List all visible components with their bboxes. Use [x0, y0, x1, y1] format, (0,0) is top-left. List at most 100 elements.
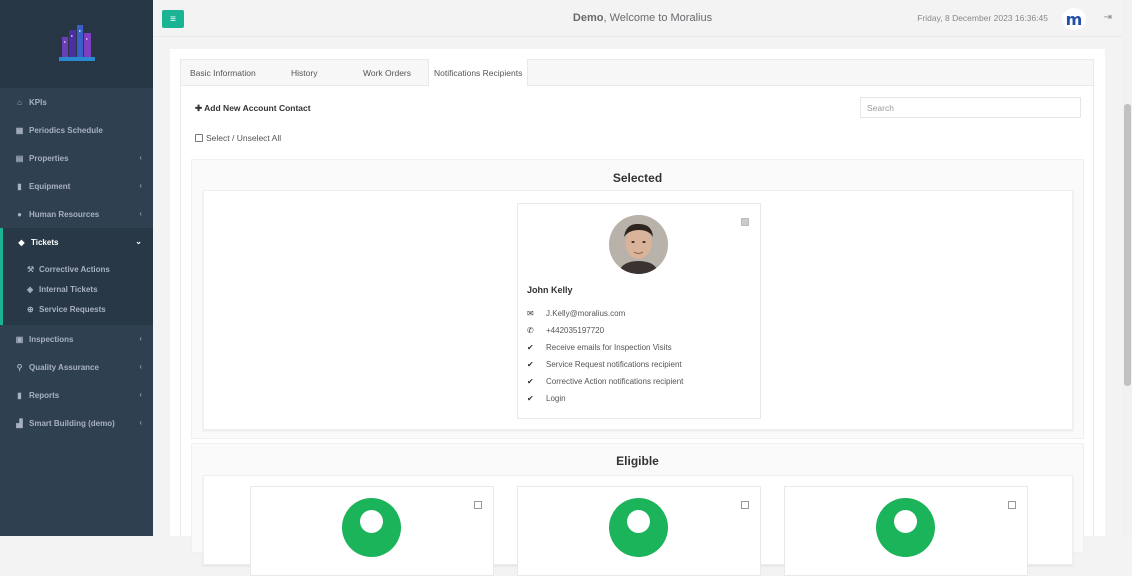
sidebar-item-inspections[interactable]: ▣ Inspections ‹ [0, 325, 153, 353]
avatar-placeholder-icon [876, 498, 935, 557]
chevron-left-icon: ‹ [139, 334, 142, 344]
feature-row: ✔ Service Request notifications recipien… [527, 360, 682, 369]
wrench-icon: ⚒ [27, 265, 35, 275]
selected-container: John Kelly ✉ J.Kelly@moralius.com ✆ +442… [203, 190, 1073, 430]
avatar-placeholder-icon [342, 498, 401, 557]
sidebar-subitem-label: Internal Tickets [39, 285, 98, 295]
users-icon: ● [17, 209, 22, 219]
chevron-left-icon: ‹ [139, 209, 142, 218]
sidebar-item-label: Equipment [29, 181, 71, 191]
person-photo-icon [609, 215, 668, 274]
sidebar-item-label: Smart Building (demo) [29, 418, 115, 428]
checkmark-icon: ✔ [527, 377, 534, 386]
checkbox[interactable] [195, 134, 203, 142]
scrollbar-thumb[interactable] [1124, 104, 1131, 386]
chart-icon: ▟ [16, 418, 23, 428]
sidebar-item-equipment[interactable]: ▮ Equipment ‹ [0, 172, 153, 200]
current-datetime: Friday, 8 December 2023 16:36:45 [917, 13, 1048, 23]
contact-card[interactable]: John Kelly ✉ J.Kelly@moralius.com ✆ +442… [517, 203, 761, 419]
sidebar-item-kpis[interactable]: ⌂ KPIs [0, 88, 153, 116]
sidebar-item-label: KPIs [29, 97, 47, 107]
calendar-icon: ▦ [15, 125, 24, 135]
sidebar-item-tickets[interactable]: ◆ Tickets ⌄ [0, 228, 153, 256]
book-icon: ▮ [17, 181, 22, 191]
sidebar-item-periodics-schedule[interactable]: ▦ Periodics Schedule [0, 116, 153, 144]
checkmark-icon: ✔ [527, 360, 534, 369]
tag-icon: ◆ [18, 237, 25, 247]
selected-title: Selected [612, 171, 663, 185]
sidebar-item-reports[interactable]: ▮ Reports ‹ [0, 381, 153, 409]
feature-row: ✔ Login [527, 394, 566, 403]
contact-avatar [609, 215, 668, 274]
contact-email: J.Kelly@moralius.com [546, 309, 626, 318]
add-contact-label: Add New Account Contact [204, 103, 311, 113]
sidebar: ⌂ KPIs ▦ Periodics Schedule ▤ Properties… [0, 0, 153, 536]
envelope-icon: ✉ [527, 309, 534, 318]
sidebar-item-label: Inspections [29, 334, 74, 344]
sidebar-nav: ⌂ KPIs ▦ Periodics Schedule ▤ Properties… [0, 88, 153, 256]
chevron-left-icon: ‹ [139, 181, 142, 190]
tab-basic-information[interactable]: Basic Information [190, 60, 256, 86]
select-all-label: Select / Unselect All [206, 133, 282, 143]
eligible-contact-card[interactable] [784, 486, 1028, 576]
tab-notifications-recipients[interactable]: Notifications Recipients [428, 59, 529, 87]
sidebar-subitem-internal-tickets[interactable]: ◈ Internal Tickets [3, 280, 153, 300]
phone-icon: ✆ [527, 326, 534, 335]
feature-row: ✔ Corrective Action notifications recipi… [527, 377, 683, 386]
sidebar-item-label: Properties [29, 153, 69, 163]
search-placeholder: Search [867, 102, 894, 113]
notifications-panel: ✚ Add New Account Contact Search Select … [180, 86, 1094, 576]
contact-checkbox[interactable] [741, 501, 749, 509]
building-icon: ▤ [15, 153, 24, 163]
sidebar-item-label: Quality Assurance [29, 362, 99, 372]
contact-name: John Kelly [527, 285, 573, 295]
contact-checkbox[interactable] [1008, 501, 1016, 509]
checkmark-icon: ✔ [527, 394, 534, 403]
company-name: Demo [572, 12, 604, 24]
main-content: Basic Information History Work Orders No… [170, 49, 1105, 576]
lifebuoy-icon: ⊕ [27, 304, 34, 314]
sidebar-subitem-service-requests[interactable]: ⊕ Service Requests [3, 299, 153, 319]
feature-row: ✔ Receive emails for Inspection Visits [527, 343, 672, 352]
chevron-down-icon: ⌄ [135, 237, 142, 246]
plus-icon: ✚ [195, 103, 203, 113]
selected-section: Selected John Kelly ✉ J.Kelly@moralius.c… [191, 159, 1084, 439]
chevron-left-icon: ‹ [139, 418, 142, 428]
tags-icon: ◈ [27, 285, 34, 295]
city-logo-icon [58, 25, 95, 61]
tab-work-orders[interactable]: Work Orders [363, 60, 411, 86]
select-all-checkbox[interactable]: Select / Unselect All [195, 133, 281, 143]
sidebar-item-smart-building[interactable]: ▟ Smart Building (demo) ‹ [0, 409, 153, 437]
brand-logo-icon: m [1062, 8, 1086, 30]
sidebar-item-properties[interactable]: ▤ Properties ‹ [0, 144, 153, 172]
sidebar-subitem-corrective-actions[interactable]: ⚒ Corrective Actions [3, 260, 153, 280]
eligible-section: Eligible [191, 443, 1084, 576]
feature-label: Service Request notifications recipient [546, 360, 682, 369]
sidebar-item-label: Tickets [31, 237, 59, 247]
eligible-container [203, 475, 1073, 576]
feature-label: Corrective Action notifications recipien… [546, 377, 684, 386]
tickets-subnav: ⚒ Corrective Actions ◈ Internal Tickets … [0, 256, 153, 326]
search-input[interactable]: Search [860, 97, 1081, 118]
book-icon: ▮ [17, 390, 22, 400]
contact-phone: +442035197720 [546, 326, 605, 335]
search-icon: ⚲ [16, 362, 23, 372]
tab-label: Work Orders [363, 68, 412, 78]
add-contact-button[interactable]: ✚ Add New Account Contact [195, 103, 311, 114]
tab-history[interactable]: History [291, 60, 317, 86]
sidebar-item-human-resources[interactable]: ● Human Resources ‹ [0, 200, 153, 228]
sidebar-subitem-label: Service Requests [39, 304, 106, 314]
contact-checkbox[interactable] [741, 218, 749, 226]
chevron-left-icon: ‹ [139, 153, 142, 162]
logout-icon[interactable]: ⇥ [1104, 12, 1112, 23]
contact-checkbox[interactable] [474, 501, 482, 509]
sidebar-item-quality-assurance[interactable]: ⚲ Quality Assurance ‹ [0, 353, 153, 381]
tab-label: Notifications Recipients [434, 68, 523, 78]
logo-area [0, 0, 153, 88]
checkmark-icon: ✔ [527, 343, 534, 352]
eligible-contact-card[interactable] [517, 486, 761, 576]
eligible-contact-card[interactable] [250, 486, 494, 576]
page-scrollbar[interactable] [1122, 0, 1132, 536]
sidebar-nav-lower: ▣ Inspections ‹ ⚲ Quality Assurance ‹ ▮ … [0, 325, 153, 437]
avatar-placeholder-icon [609, 498, 668, 557]
